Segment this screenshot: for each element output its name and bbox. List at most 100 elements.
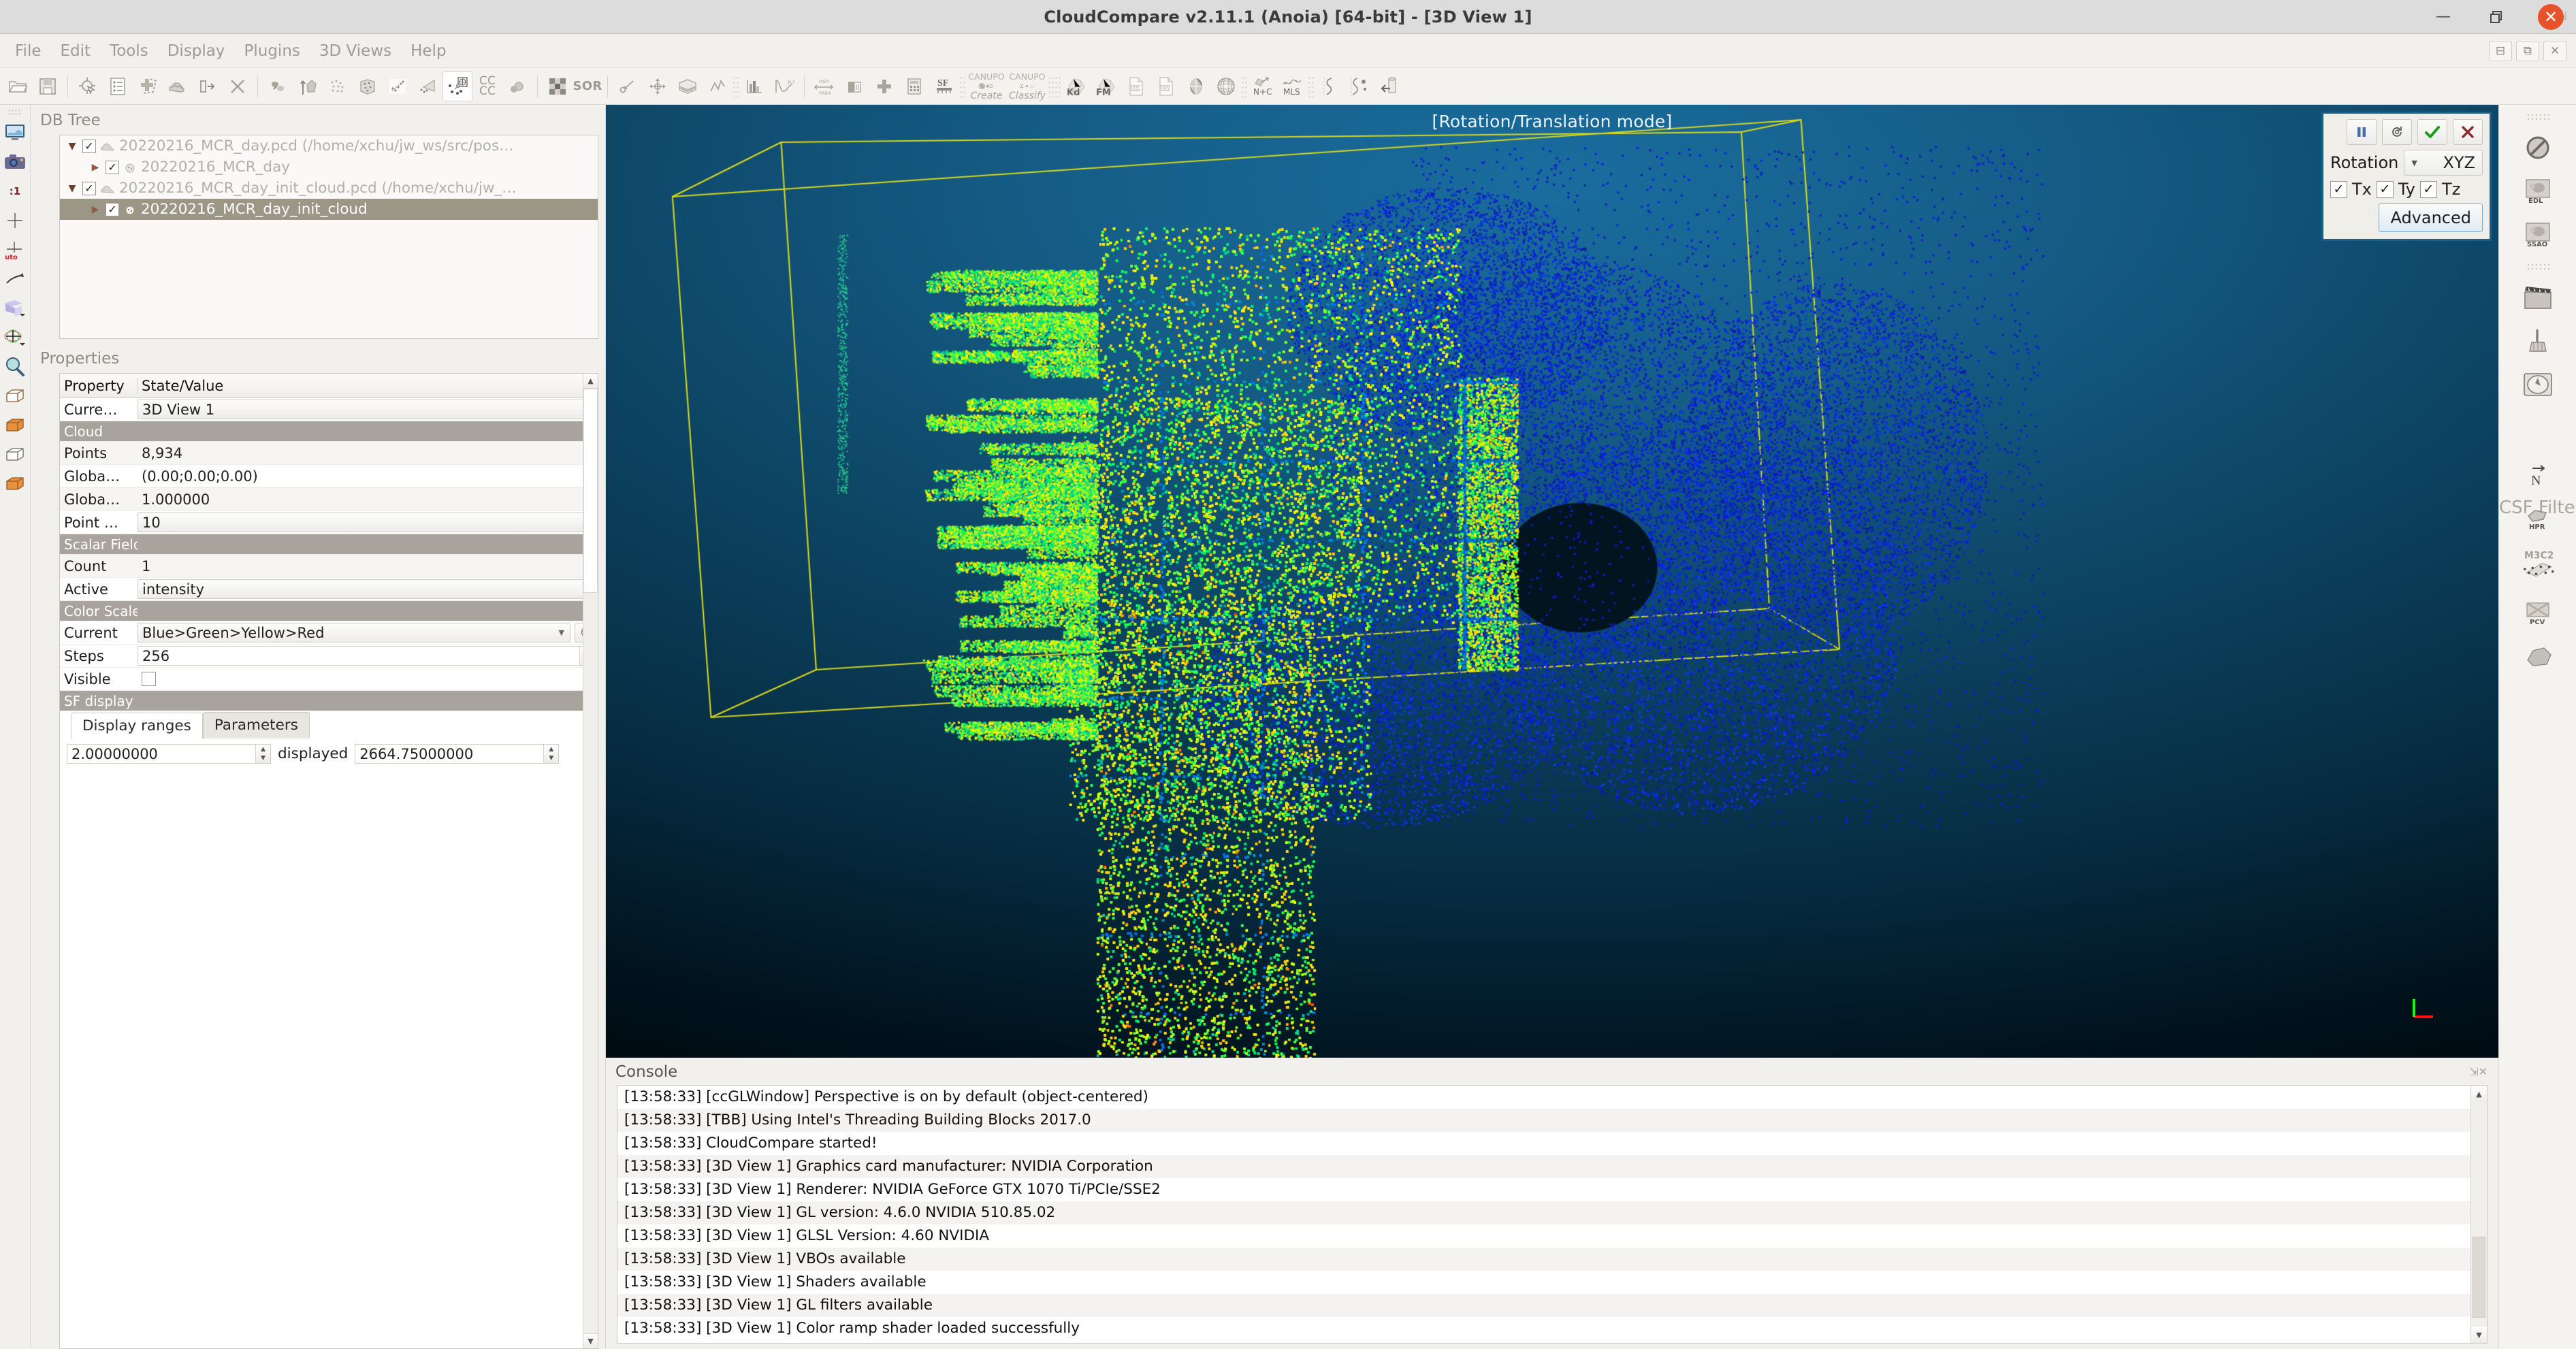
apply-button[interactable] bbox=[2417, 119, 2447, 145]
scroll-up-icon[interactable]: ▲ bbox=[583, 374, 598, 389]
rail-grip[interactable] bbox=[2526, 113, 2549, 120]
spin-up-icon[interactable]: ▲ bbox=[256, 745, 270, 754]
expander-down-icon[interactable]: ▼ bbox=[67, 183, 78, 194]
restore-button[interactable] bbox=[2485, 5, 2508, 29]
curvature-icon[interactable] bbox=[1315, 71, 1345, 101]
delete-icon[interactable] bbox=[223, 71, 253, 101]
no-filter-icon[interactable] bbox=[2519, 132, 2556, 163]
merge-icon[interactable] bbox=[193, 71, 223, 101]
close-button[interactable]: ✕ bbox=[2538, 4, 2564, 30]
cloud-cloud-dist-icon[interactable]: CCCC bbox=[472, 71, 502, 101]
scroll-up-icon[interactable]: ▲ bbox=[2471, 1086, 2487, 1102]
save-file-icon[interactable] bbox=[33, 71, 63, 101]
color-visible-checkbox[interactable] bbox=[142, 672, 156, 686]
spin-down-icon[interactable]: ▼ bbox=[256, 754, 270, 764]
rail-grip[interactable] bbox=[7, 109, 22, 116]
segment-icon[interactable] bbox=[263, 71, 293, 101]
pick-point-icon[interactable] bbox=[73, 71, 103, 101]
facets-icon[interactable] bbox=[1181, 71, 1211, 101]
tz-checkbox[interactable]: ✓ bbox=[2420, 181, 2437, 198]
minimize-button[interactable]: — bbox=[2432, 5, 2455, 29]
visibility-checkbox[interactable]: ✓ bbox=[106, 203, 119, 216]
point-size-combo[interactable]: 10 ▼ bbox=[138, 513, 595, 532]
spin-arrows[interactable]: ▲▼ bbox=[255, 745, 270, 763]
normals-icon[interactable] bbox=[293, 71, 323, 101]
scroll-thumb[interactable] bbox=[583, 389, 598, 593]
toolbar-grip[interactable] bbox=[1048, 76, 1054, 97]
scroll-down-icon[interactable]: ▼ bbox=[2471, 1327, 2487, 1343]
tab-parameters[interactable]: Parameters bbox=[203, 712, 310, 738]
pick-rotation-center-icon[interactable] bbox=[3, 267, 27, 291]
csv-export-icon[interactable]: CSV bbox=[1151, 71, 1181, 101]
polyline-icon[interactable] bbox=[703, 71, 732, 101]
menu-display[interactable]: Display bbox=[158, 38, 235, 64]
camera-snapshot-icon[interactable] bbox=[3, 150, 27, 174]
ssao-shader-icon[interactable]: SSAO bbox=[2519, 219, 2556, 250]
console-scrollbar[interactable]: ▲ ▼ bbox=[2470, 1086, 2487, 1343]
expander-right-icon[interactable]: ▶ bbox=[90, 162, 101, 173]
tree-item-cloud-file-2[interactable]: ▼ ✓ 20220216_MCR_day_init_cloud.pcd (/ho… bbox=[60, 178, 598, 199]
point-cloud-canvas[interactable] bbox=[606, 105, 2498, 1058]
edl-shader-icon[interactable]: EDL bbox=[2519, 176, 2556, 207]
cloud-mesh-dist-icon[interactable] bbox=[502, 71, 532, 101]
sf-active-combo[interactable]: intensity ▼ bbox=[138, 579, 595, 599]
sf-active-row[interactable]: Active intensity ▼ bbox=[60, 578, 598, 601]
subsample-icon[interactable] bbox=[323, 71, 353, 101]
set-pivot-icon[interactable] bbox=[3, 208, 27, 233]
toolbar-grip[interactable] bbox=[732, 76, 739, 97]
tree-item-cloud-2[interactable]: ▶ ✓ 20220216_MCR_day_init_cloud bbox=[60, 199, 598, 220]
add-point-selection-icon[interactable] bbox=[133, 71, 163, 101]
range-max-input[interactable]: 2664.75000000 ▲▼ bbox=[355, 744, 559, 764]
console-output[interactable]: [13:58:33] [ccGLWindow] Perspective is o… bbox=[617, 1085, 2488, 1344]
registration-align-icon[interactable] bbox=[383, 71, 413, 101]
point-pair-align-icon[interactable] bbox=[442, 71, 472, 101]
mdi-close-icon[interactable]: ✕ bbox=[2543, 41, 2566, 61]
spin-arrows[interactable]: ▲▼ bbox=[543, 745, 558, 763]
expander-right-icon[interactable]: ▶ bbox=[90, 204, 101, 215]
poisson-recon-icon[interactable] bbox=[2519, 641, 2556, 672]
pause-button[interactable] bbox=[2347, 119, 2377, 145]
translate-rotate-icon[interactable] bbox=[643, 71, 673, 101]
toolbar-grip[interactable] bbox=[1308, 76, 1315, 97]
compass-icon[interactable] bbox=[2519, 369, 2556, 400]
canupo-create-icon[interactable]: CANUPO Create bbox=[966, 71, 1007, 101]
m3c2-icon[interactable]: M3C2 bbox=[2519, 546, 2556, 585]
scroll-track[interactable] bbox=[2471, 1102, 2487, 1327]
view-front-icon[interactable] bbox=[3, 384, 27, 408]
histogram-icon[interactable] bbox=[739, 71, 769, 101]
menu-3d-views[interactable]: 3D Views bbox=[310, 38, 401, 64]
spin-up-icon[interactable]: ▲ bbox=[544, 745, 558, 754]
visibility-checkbox[interactable]: ✓ bbox=[82, 182, 96, 195]
tree-item-cloud-1[interactable]: ▶ ✓ 20220216_MCR_day bbox=[60, 157, 598, 178]
menu-tools[interactable]: Tools bbox=[100, 38, 158, 64]
display-settings-icon[interactable] bbox=[3, 120, 27, 145]
shp-export-icon[interactable]: SHP bbox=[1121, 71, 1151, 101]
pcv-icon[interactable]: PCV bbox=[2519, 598, 2556, 629]
color-scale-combo[interactable]: Blue>Green>Yellow>Red ▼ bbox=[138, 623, 570, 643]
color-steps-row[interactable]: Steps 256 ▲▼ bbox=[60, 645, 598, 668]
roughness-icon[interactable] bbox=[543, 71, 573, 101]
advanced-button[interactable]: Advanced bbox=[2379, 204, 2483, 232]
menu-file[interactable]: File bbox=[5, 38, 51, 64]
sf-delete-icon[interactable] bbox=[839, 71, 869, 101]
gaussian-stats-icon[interactable]: μ,σ bbox=[769, 71, 799, 101]
normals-n-icon[interactable]: N bbox=[2519, 459, 2556, 490]
sf-add-icon[interactable] bbox=[869, 71, 899, 101]
view-right-icon[interactable] bbox=[3, 472, 27, 496]
view-left-icon[interactable] bbox=[3, 442, 27, 467]
view-back-icon[interactable] bbox=[3, 413, 27, 438]
scroll-down-icon[interactable]: ▼ bbox=[583, 1333, 598, 1348]
cancel-button[interactable] bbox=[2453, 119, 2483, 145]
rasterize-icon[interactable] bbox=[353, 71, 383, 101]
mdi-restore-icon[interactable]: ⧉ bbox=[2516, 41, 2539, 61]
kd-tree-icon[interactable]: Kd bbox=[1061, 71, 1091, 101]
tree-item-cloud-file-1[interactable]: ▼ ✓ 20220216_MCR_day.pcd (/home/xchu/jw_… bbox=[60, 135, 598, 157]
color-scale-row[interactable]: Current Blue>Green>Yellow>Red ▼ ⚙ bbox=[60, 621, 598, 645]
expander-down-icon[interactable]: ▼ bbox=[67, 141, 78, 152]
match-bbox-icon[interactable] bbox=[413, 71, 442, 101]
menu-help[interactable]: Help bbox=[401, 38, 455, 64]
properties-scrollbar[interactable]: ▲ ▼ bbox=[583, 374, 598, 1348]
spin-down-icon[interactable]: ▼ bbox=[544, 754, 558, 764]
canupo-classify-icon[interactable]: CANUPO Classify bbox=[1007, 71, 1048, 101]
zoom-1to1-icon[interactable]: :1 bbox=[3, 179, 27, 204]
